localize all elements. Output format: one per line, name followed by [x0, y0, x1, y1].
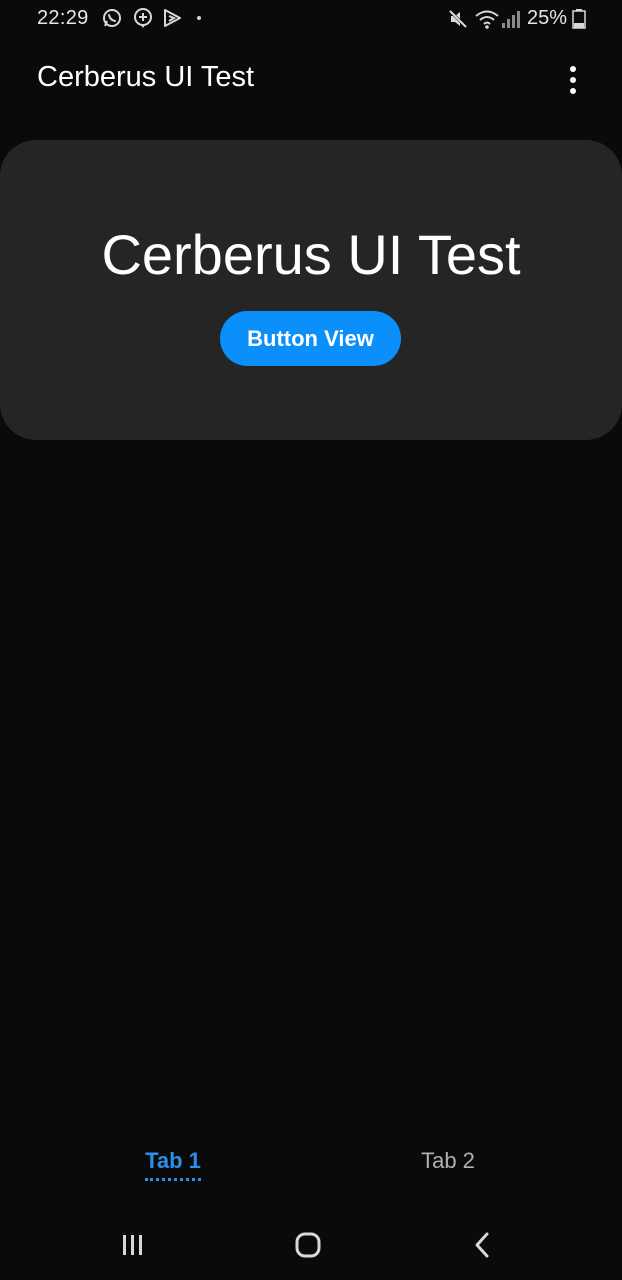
status-time: 22:29 — [37, 7, 89, 29]
back-icon[interactable] — [462, 1230, 502, 1260]
battery-percent: 25% — [527, 7, 568, 29]
tab-1[interactable]: Tab 1 — [73, 1148, 273, 1181]
whatsapp-icon — [101, 7, 123, 29]
status-bar: 22:29 25% — [0, 0, 622, 40]
signal-icon — [501, 8, 521, 35]
tab-2-label: Tab 2 — [421, 1148, 475, 1173]
battery-icon — [572, 8, 586, 35]
recent-apps-icon[interactable] — [113, 1230, 153, 1260]
messenger-plus-icon — [132, 7, 154, 29]
mute-icon — [447, 8, 469, 35]
wifi-icon — [474, 8, 500, 35]
play-games-icon — [162, 7, 184, 29]
button-view[interactable]: Button View — [220, 311, 401, 366]
card-title: Cerberus UI Test — [101, 223, 521, 286]
navigation-bar — [0, 1210, 622, 1280]
app-title: Cerberus UI Test — [37, 61, 255, 93]
more-notifications-dot — [197, 16, 201, 20]
tab-1-label: Tab 1 — [145, 1148, 201, 1181]
more-vert-icon[interactable] — [556, 60, 590, 100]
home-icon[interactable] — [288, 1230, 328, 1260]
hero-card: Cerberus UI Test Button View — [0, 140, 622, 440]
tab-2[interactable]: Tab 2 — [348, 1148, 548, 1174]
tab-bar: Tab 1 Tab 2 — [0, 1130, 622, 1200]
app-bar: Cerberus UI Test — [0, 40, 622, 120]
